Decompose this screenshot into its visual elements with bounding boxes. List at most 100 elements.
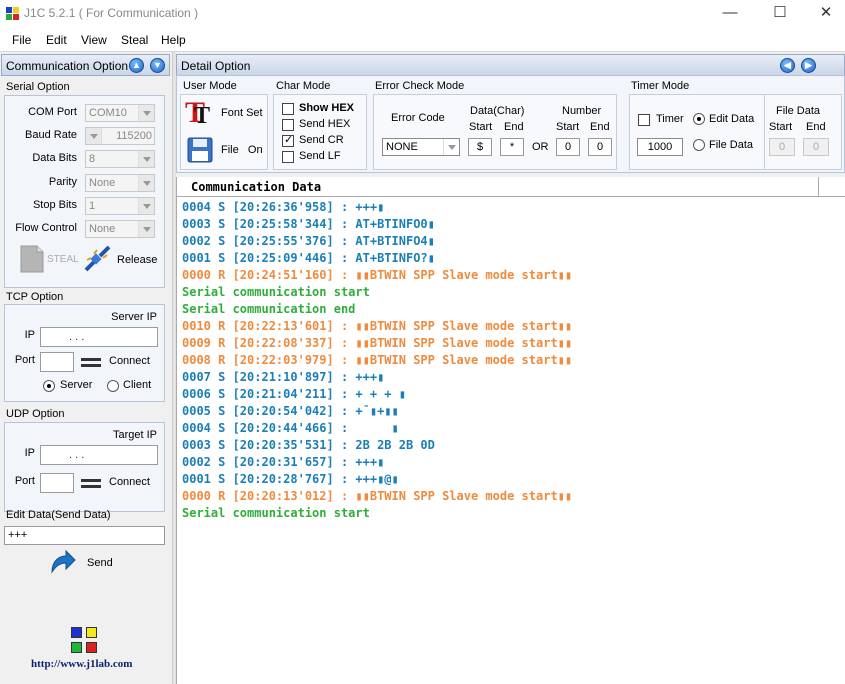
server-ip-label: Server IP xyxy=(111,311,157,323)
connect-plug-icon xyxy=(81,479,101,488)
send-cr-label: Send CR xyxy=(299,134,344,146)
log-line: 0002 S [20:20:31'657] : +++▮ xyxy=(182,455,385,469)
app-icon xyxy=(6,7,20,21)
error-code-label: Error Code xyxy=(391,112,445,124)
log-line: 0001 S [20:25:09'446] : AT+BTINFO?▮ xyxy=(182,251,435,265)
timer-value-input[interactable]: 1000 xyxy=(637,138,683,156)
detail-option-header: Detail Option ◀ ▶ xyxy=(176,54,845,76)
tcp-connect-button[interactable]: Connect xyxy=(109,355,150,367)
menu-view[interactable]: View xyxy=(81,33,107,47)
num-end-label: End xyxy=(590,121,610,133)
user-mode-group: T T Font Set File On xyxy=(180,94,268,170)
send-hex-label: Send HEX xyxy=(299,118,351,130)
baud-rate-select[interactable]: 115200 xyxy=(85,127,155,145)
maximize-button[interactable]: ☐ xyxy=(757,0,803,28)
data-bits-label: Data Bits xyxy=(32,152,77,164)
left-arrow-icon[interactable]: ◀ xyxy=(780,58,795,73)
error-check-label: Error Check Mode xyxy=(375,80,465,92)
send-arrow-icon xyxy=(51,550,76,574)
char-start-input[interactable]: $ xyxy=(468,138,492,156)
udp-ip-input[interactable]: . . . xyxy=(40,445,158,465)
communication-panel: Communication Option ▲ ▼ Serial Option C… xyxy=(0,52,172,684)
flow-control-select[interactable]: None xyxy=(85,220,155,238)
parity-select[interactable]: None xyxy=(85,174,155,192)
menu-help[interactable]: Help xyxy=(161,33,186,47)
send-button[interactable]: Send xyxy=(48,550,128,580)
j1lab-url-link[interactable]: http://www.j1lab.com xyxy=(31,658,132,670)
show-hex-checkbox[interactable] xyxy=(282,103,294,115)
num-start-label: Start xyxy=(556,121,580,133)
tcp-port-input[interactable] xyxy=(40,352,74,372)
timer-divider xyxy=(764,95,765,169)
menu-file[interactable]: File xyxy=(12,33,31,47)
send-data-input[interactable]: +++ xyxy=(4,526,165,545)
menu-steal[interactable]: Steal xyxy=(121,33,148,47)
connect-plug-icon xyxy=(81,358,101,367)
file-on-label: File On xyxy=(221,144,263,156)
send-cr-checkbox[interactable] xyxy=(282,133,294,147)
right-arrow-icon[interactable]: ▶ xyxy=(801,58,816,73)
steal-label: STEAL xyxy=(47,254,79,265)
number-label: Number xyxy=(562,105,602,117)
close-button[interactable]: ✕ xyxy=(803,0,845,28)
file-data-radio-label: File Data xyxy=(709,139,754,151)
client-label: Client xyxy=(123,379,152,391)
log-line: 0000 R [20:20:13'012] : ▮▮BTWIN SPP Slav… xyxy=(182,489,573,503)
udp-option-group: Target IP IP . . . Port Connect xyxy=(4,422,165,512)
send-lf-checkbox[interactable] xyxy=(282,151,294,163)
down-arrow-icon[interactable]: ▼ xyxy=(150,58,165,73)
udp-port-label: Port xyxy=(14,475,35,487)
tcp-option-group: Server IP IP . . . Port Connect Server C… xyxy=(4,304,165,402)
target-ip-label: Target IP xyxy=(112,429,157,441)
num-end-input[interactable]: 0 xyxy=(588,138,612,156)
log-line: 0000 R [20:24:51'160] : ▮▮BTWIN SPP Slav… xyxy=(182,268,573,282)
or-label: OR xyxy=(532,141,549,153)
stop-bits-select[interactable]: 1 xyxy=(85,197,155,215)
parity-label: Parity xyxy=(48,176,77,188)
floppy-icon[interactable] xyxy=(187,137,213,163)
title-bar: J1C 5.2.1 ( For Communication ) — ☐ ✕ xyxy=(0,0,845,28)
tcp-ip-input[interactable]: . . . xyxy=(40,327,158,347)
show-hex-label: Show HEX xyxy=(299,102,355,114)
data-bits-select[interactable]: 8 xyxy=(85,150,155,168)
timer-label: Timer xyxy=(656,113,684,125)
data-char-label: Data(Char) xyxy=(470,105,525,117)
window-title: J1C 5.2.1 ( For Communication ) xyxy=(24,6,199,20)
com-port-select[interactable]: COM10 xyxy=(85,104,155,122)
fd-end-label: End xyxy=(806,121,826,133)
log-line: Serial communication end xyxy=(182,302,356,316)
edit-data-radio[interactable] xyxy=(693,113,705,125)
font-set-icon[interactable]: T T xyxy=(185,96,215,130)
client-radio[interactable] xyxy=(107,380,119,392)
communication-data-area[interactable]: Communication Data 0004 S [20:26:36'958]… xyxy=(176,177,845,684)
file-data-radio[interactable] xyxy=(693,139,705,151)
communication-data-header: Communication Data xyxy=(177,177,845,197)
server-radio[interactable] xyxy=(43,380,55,392)
steal-button[interactable]: STEAL xyxy=(17,244,79,274)
udp-port-input[interactable] xyxy=(40,473,74,493)
up-arrow-icon[interactable]: ▲ xyxy=(129,58,144,73)
flow-control-label: Flow Control xyxy=(15,222,77,234)
fd-end-input[interactable]: 0 xyxy=(803,138,829,156)
udp-option-label: UDP Option xyxy=(6,408,65,420)
menu-edit[interactable]: Edit xyxy=(46,33,67,47)
char-end-input[interactable]: * xyxy=(500,138,524,156)
release-plug-icon xyxy=(84,245,111,272)
log-line: Serial communication start xyxy=(182,506,370,520)
font-set-button[interactable]: Font Set xyxy=(221,107,263,119)
error-code-select[interactable]: NONE xyxy=(382,138,460,156)
communication-option-header: Communication Option ▲ ▼ xyxy=(1,54,170,76)
communication-data-title: Communication Data xyxy=(177,177,819,197)
log-line: 0004 S [20:20:44'466] : ▮ xyxy=(182,421,399,435)
fd-start-input[interactable]: 0 xyxy=(769,138,795,156)
file-data-label: File Data xyxy=(776,105,821,117)
error-check-group: Error Code NONE Data(Char) Start End $ *… xyxy=(373,94,617,170)
timer-mode-label: Timer Mode xyxy=(631,80,690,92)
minimize-button[interactable]: — xyxy=(707,0,753,28)
release-button[interactable]: Release xyxy=(83,244,159,274)
udp-connect-button[interactable]: Connect xyxy=(109,476,150,488)
timer-checkbox[interactable] xyxy=(638,114,650,126)
num-start-input[interactable]: 0 xyxy=(556,138,580,156)
send-hex-checkbox[interactable] xyxy=(282,119,294,131)
detail-option-group: User Mode T T Font Set File On Char Mode… xyxy=(176,75,845,173)
